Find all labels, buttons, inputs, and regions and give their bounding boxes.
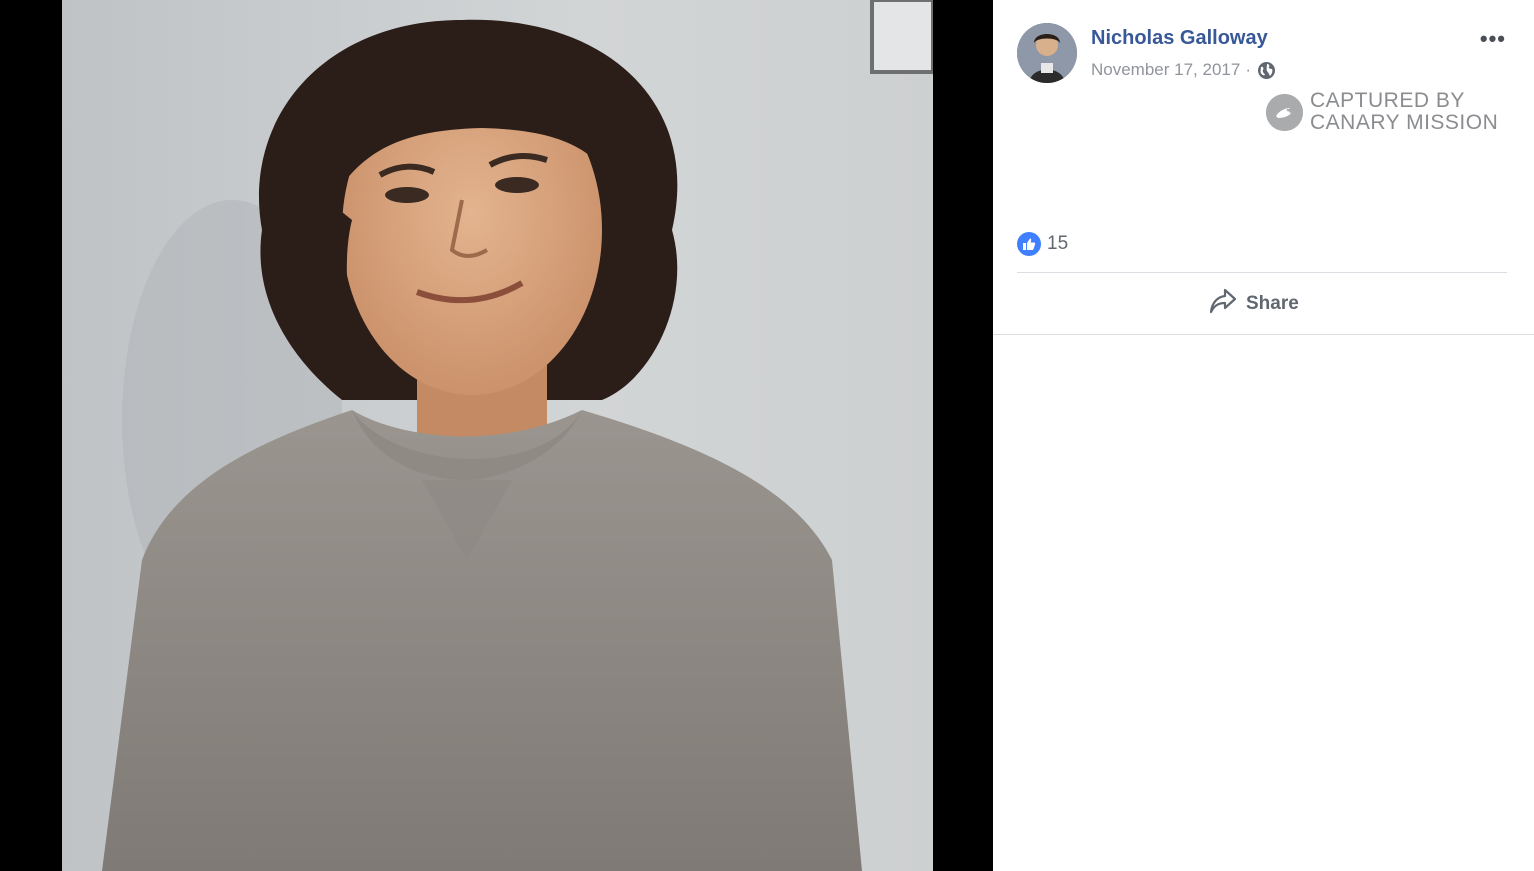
actions-divider — [993, 334, 1534, 335]
globe-icon[interactable] — [1257, 61, 1276, 80]
watermark-text: CAPTURED BY CANARY MISSION — [1310, 90, 1498, 134]
post-info-panel: Nicholas Galloway November 17, 2017 · ••… — [993, 0, 1534, 871]
meta-separator: · — [1245, 60, 1251, 79]
watermark-line-2: CANARY MISSION — [1310, 111, 1499, 134]
avatar-image — [1017, 23, 1077, 83]
canary-mission-watermark: CAPTURED BY CANARY MISSION — [1266, 90, 1498, 134]
reactions-divider — [1017, 272, 1507, 273]
reactions-summary[interactable]: 15 — [1017, 232, 1068, 256]
photo-theater — [0, 0, 993, 871]
author-name-link[interactable]: Nicholas Galloway — [1091, 27, 1268, 50]
post-meta: November 17, 2017 · — [1091, 60, 1276, 80]
share-label: Share — [1246, 292, 1299, 314]
portrait-illustration — [62, 0, 933, 871]
watermark-line-1: CAPTURED BY — [1310, 89, 1465, 112]
share-icon — [1209, 288, 1237, 319]
canary-logo-icon — [1266, 93, 1303, 131]
post-date[interactable]: November 17, 2017 — [1091, 60, 1240, 80]
more-options-icon[interactable]: ••• — [1480, 26, 1506, 52]
post-photo[interactable] — [62, 0, 933, 871]
author-avatar[interactable] — [1017, 23, 1077, 83]
like-count: 15 — [1047, 233, 1069, 254]
share-button[interactable]: Share — [1209, 288, 1299, 319]
like-icon — [1017, 232, 1041, 256]
